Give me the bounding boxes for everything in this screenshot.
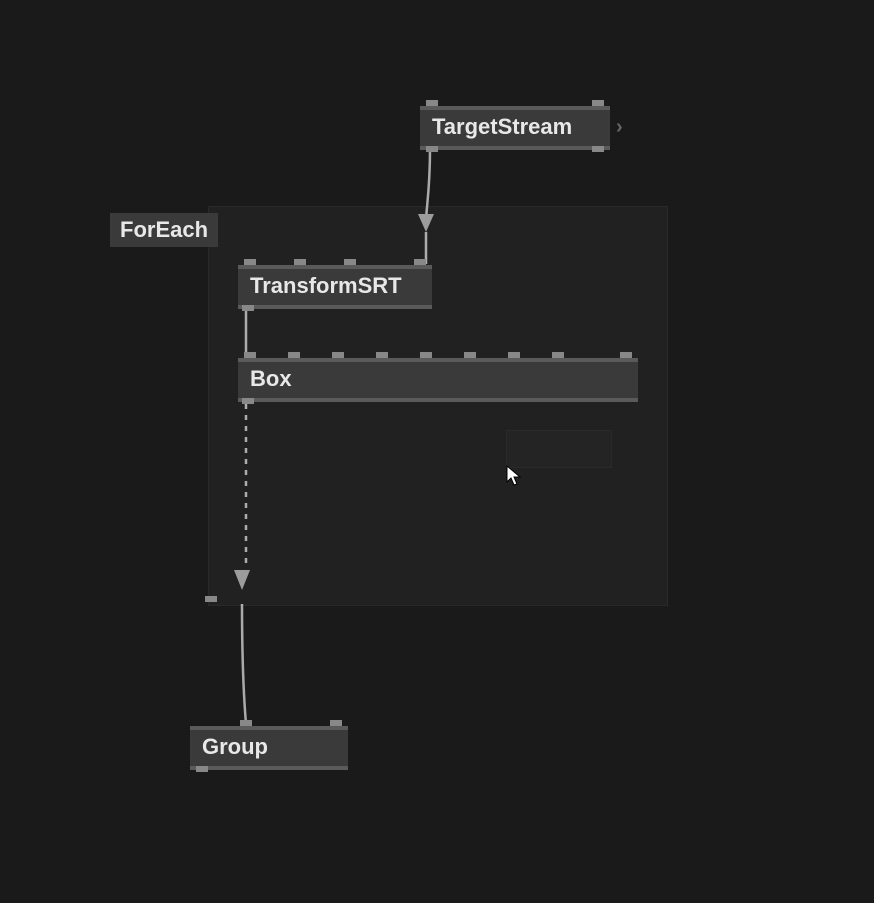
node-label: TargetStream <box>432 114 572 139</box>
input-port[interactable] <box>294 259 306 265</box>
output-port[interactable] <box>242 305 254 311</box>
output-port[interactable] <box>196 766 208 772</box>
node-targetstream[interactable]: TargetStream <box>420 106 610 150</box>
input-port[interactable] <box>288 352 300 358</box>
node-label: Group <box>202 734 268 759</box>
input-port[interactable] <box>552 352 564 358</box>
foreach-label[interactable]: ForEach <box>110 213 218 247</box>
chevron-right-icon: › <box>616 116 623 139</box>
input-port[interactable] <box>332 352 344 358</box>
region-collapse-handle[interactable] <box>205 596 217 602</box>
node-label: TransformSRT <box>250 273 402 298</box>
input-port[interactable] <box>508 352 520 358</box>
node-label: Box <box>250 366 292 391</box>
output-port[interactable] <box>242 398 254 404</box>
input-port[interactable] <box>376 352 388 358</box>
ghost-box <box>506 430 612 468</box>
output-port[interactable] <box>592 146 604 152</box>
input-port[interactable] <box>240 720 252 726</box>
input-port[interactable] <box>344 259 356 265</box>
node-group[interactable]: Group <box>190 726 348 770</box>
output-port[interactable] <box>426 146 438 152</box>
input-port[interactable] <box>244 259 256 265</box>
input-port[interactable] <box>426 100 438 106</box>
input-port[interactable] <box>420 352 432 358</box>
input-port[interactable] <box>620 352 632 358</box>
foreach-label-text: ForEach <box>120 217 208 242</box>
input-port[interactable] <box>244 352 256 358</box>
input-port[interactable] <box>330 720 342 726</box>
node-graph-canvas[interactable]: ForEach TargetStream › TransformSRT Box <box>0 0 874 903</box>
input-port[interactable] <box>592 100 604 106</box>
node-transformsrt[interactable]: TransformSRT <box>238 265 432 309</box>
node-box[interactable]: Box <box>238 358 638 402</box>
input-port[interactable] <box>464 352 476 358</box>
input-port[interactable] <box>414 259 426 265</box>
